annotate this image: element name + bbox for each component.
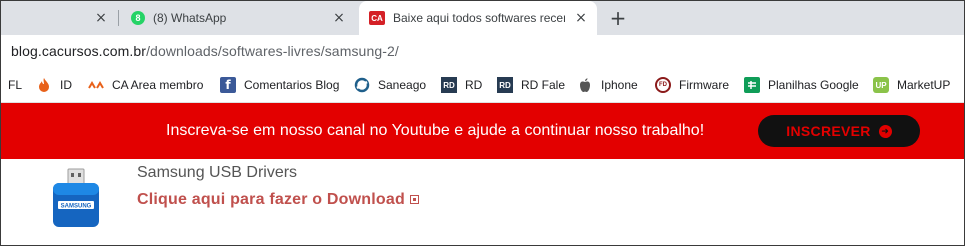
bookmarks-bar: FL ID CA Area membro f Comentarios Blog …	[1, 67, 964, 103]
ca-favicon-icon: CA	[369, 11, 385, 25]
apple-icon	[577, 77, 593, 93]
bookmark-firmware[interactable]: FD Firmware	[655, 67, 729, 103]
tab-strip: × 8 (8) WhatsApp × CA Baixe aqui todos s…	[1, 1, 964, 35]
rd-icon: RD	[497, 77, 513, 93]
bookmark-label: FL	[8, 78, 23, 92]
bookmark-planilhas-google[interactable]: Planilhas Google	[744, 67, 859, 103]
banner-message: Inscreva-se em nosso canal no Youtube e …	[166, 122, 705, 139]
flame-icon	[36, 77, 52, 93]
tab-title: Baixe aqui todos softwares recen	[393, 11, 565, 25]
bookmark-label: Firmware	[679, 78, 729, 92]
tab-active[interactable]: CA Baixe aqui todos softwares recen ×	[359, 1, 597, 35]
external-link-icon	[409, 195, 419, 205]
driver-title: Samsung USB Drivers	[137, 164, 298, 181]
ca-wave-icon	[88, 77, 104, 93]
bookmark-label: Comentarios Blog	[244, 78, 340, 92]
bookmark-iphone[interactable]: Iphone	[577, 67, 638, 103]
facebook-icon: f	[220, 77, 236, 93]
tab-blank[interactable]: ×	[1, 1, 117, 35]
tab-close-icon[interactable]: ×	[93, 10, 109, 26]
bookmark-label: Saneago	[378, 78, 427, 92]
bookmark-saneago[interactable]: Saneago	[354, 67, 426, 103]
tab-title: (8) WhatsApp	[153, 11, 227, 25]
bookmark-rd-fale[interactable]: RD RD Fale	[497, 67, 565, 103]
bookmark-rd[interactable]: RD RD	[441, 67, 482, 103]
bookmark-comentarios-blog[interactable]: f Comentarios Blog	[220, 67, 339, 103]
saneago-icon	[354, 77, 370, 93]
bookmark-label: Iphone	[601, 78, 638, 92]
arrow-right-icon: ➜	[878, 124, 892, 138]
address-bar[interactable]: blog.cacursos.com.br/downloads/softwares…	[1, 35, 964, 67]
marketup-icon: UP	[873, 77, 889, 93]
bookmark-label: CA Area membro	[112, 78, 204, 92]
bookmark-fl[interactable]: FL	[8, 67, 22, 103]
url-path: /downloads/softwares-livres/samsung-2/	[146, 43, 399, 59]
download-link-text: Clique aqui para fazer o Download	[137, 191, 405, 208]
tab-whatsapp[interactable]: 8 (8) WhatsApp ×	[119, 1, 355, 35]
bookmark-label: RD	[465, 78, 483, 92]
usb-drive-icon: SAMSUNG	[50, 167, 102, 229]
bookmark-marketup[interactable]: UP MarketUP	[873, 67, 950, 103]
usb-icon-label: SAMSUNG	[61, 204, 92, 210]
url-field[interactable]: blog.cacursos.com.br/downloads/softwares…	[11, 43, 399, 59]
bookmark-label: MarketUP	[897, 78, 951, 92]
bookmark-label: RD Fale	[521, 78, 566, 92]
firmware-icon: FD	[655, 77, 671, 93]
download-link[interactable]: Clique aqui para fazer o Download	[137, 191, 419, 209]
new-tab-button[interactable]: +	[607, 7, 629, 29]
subscribe-label: INSCREVER	[786, 123, 871, 139]
bookmark-ca-area-membro[interactable]: CA Area membro	[88, 67, 203, 103]
bookmark-label: Planilhas Google	[768, 78, 859, 92]
bookmark-label: ID	[60, 78, 72, 92]
tab-close-icon[interactable]: ×	[573, 10, 589, 26]
subscribe-button[interactable]: INSCREVER ➜	[758, 115, 920, 147]
page-content: SAMSUNG Samsung USB Drivers Clique aqui …	[1, 159, 964, 245]
whatsapp-icon: 8	[131, 11, 145, 25]
subscribe-banner: Inscreva-se em nosso canal no Youtube e …	[1, 103, 964, 159]
sheets-icon	[744, 77, 760, 93]
rd-icon: RD	[441, 77, 457, 93]
tab-close-icon[interactable]: ×	[331, 10, 347, 26]
bookmark-id[interactable]: ID	[36, 67, 72, 103]
url-host: blog.cacursos.com.br	[11, 43, 147, 59]
browser-window: × 8 (8) WhatsApp × CA Baixe aqui todos s…	[0, 0, 965, 246]
